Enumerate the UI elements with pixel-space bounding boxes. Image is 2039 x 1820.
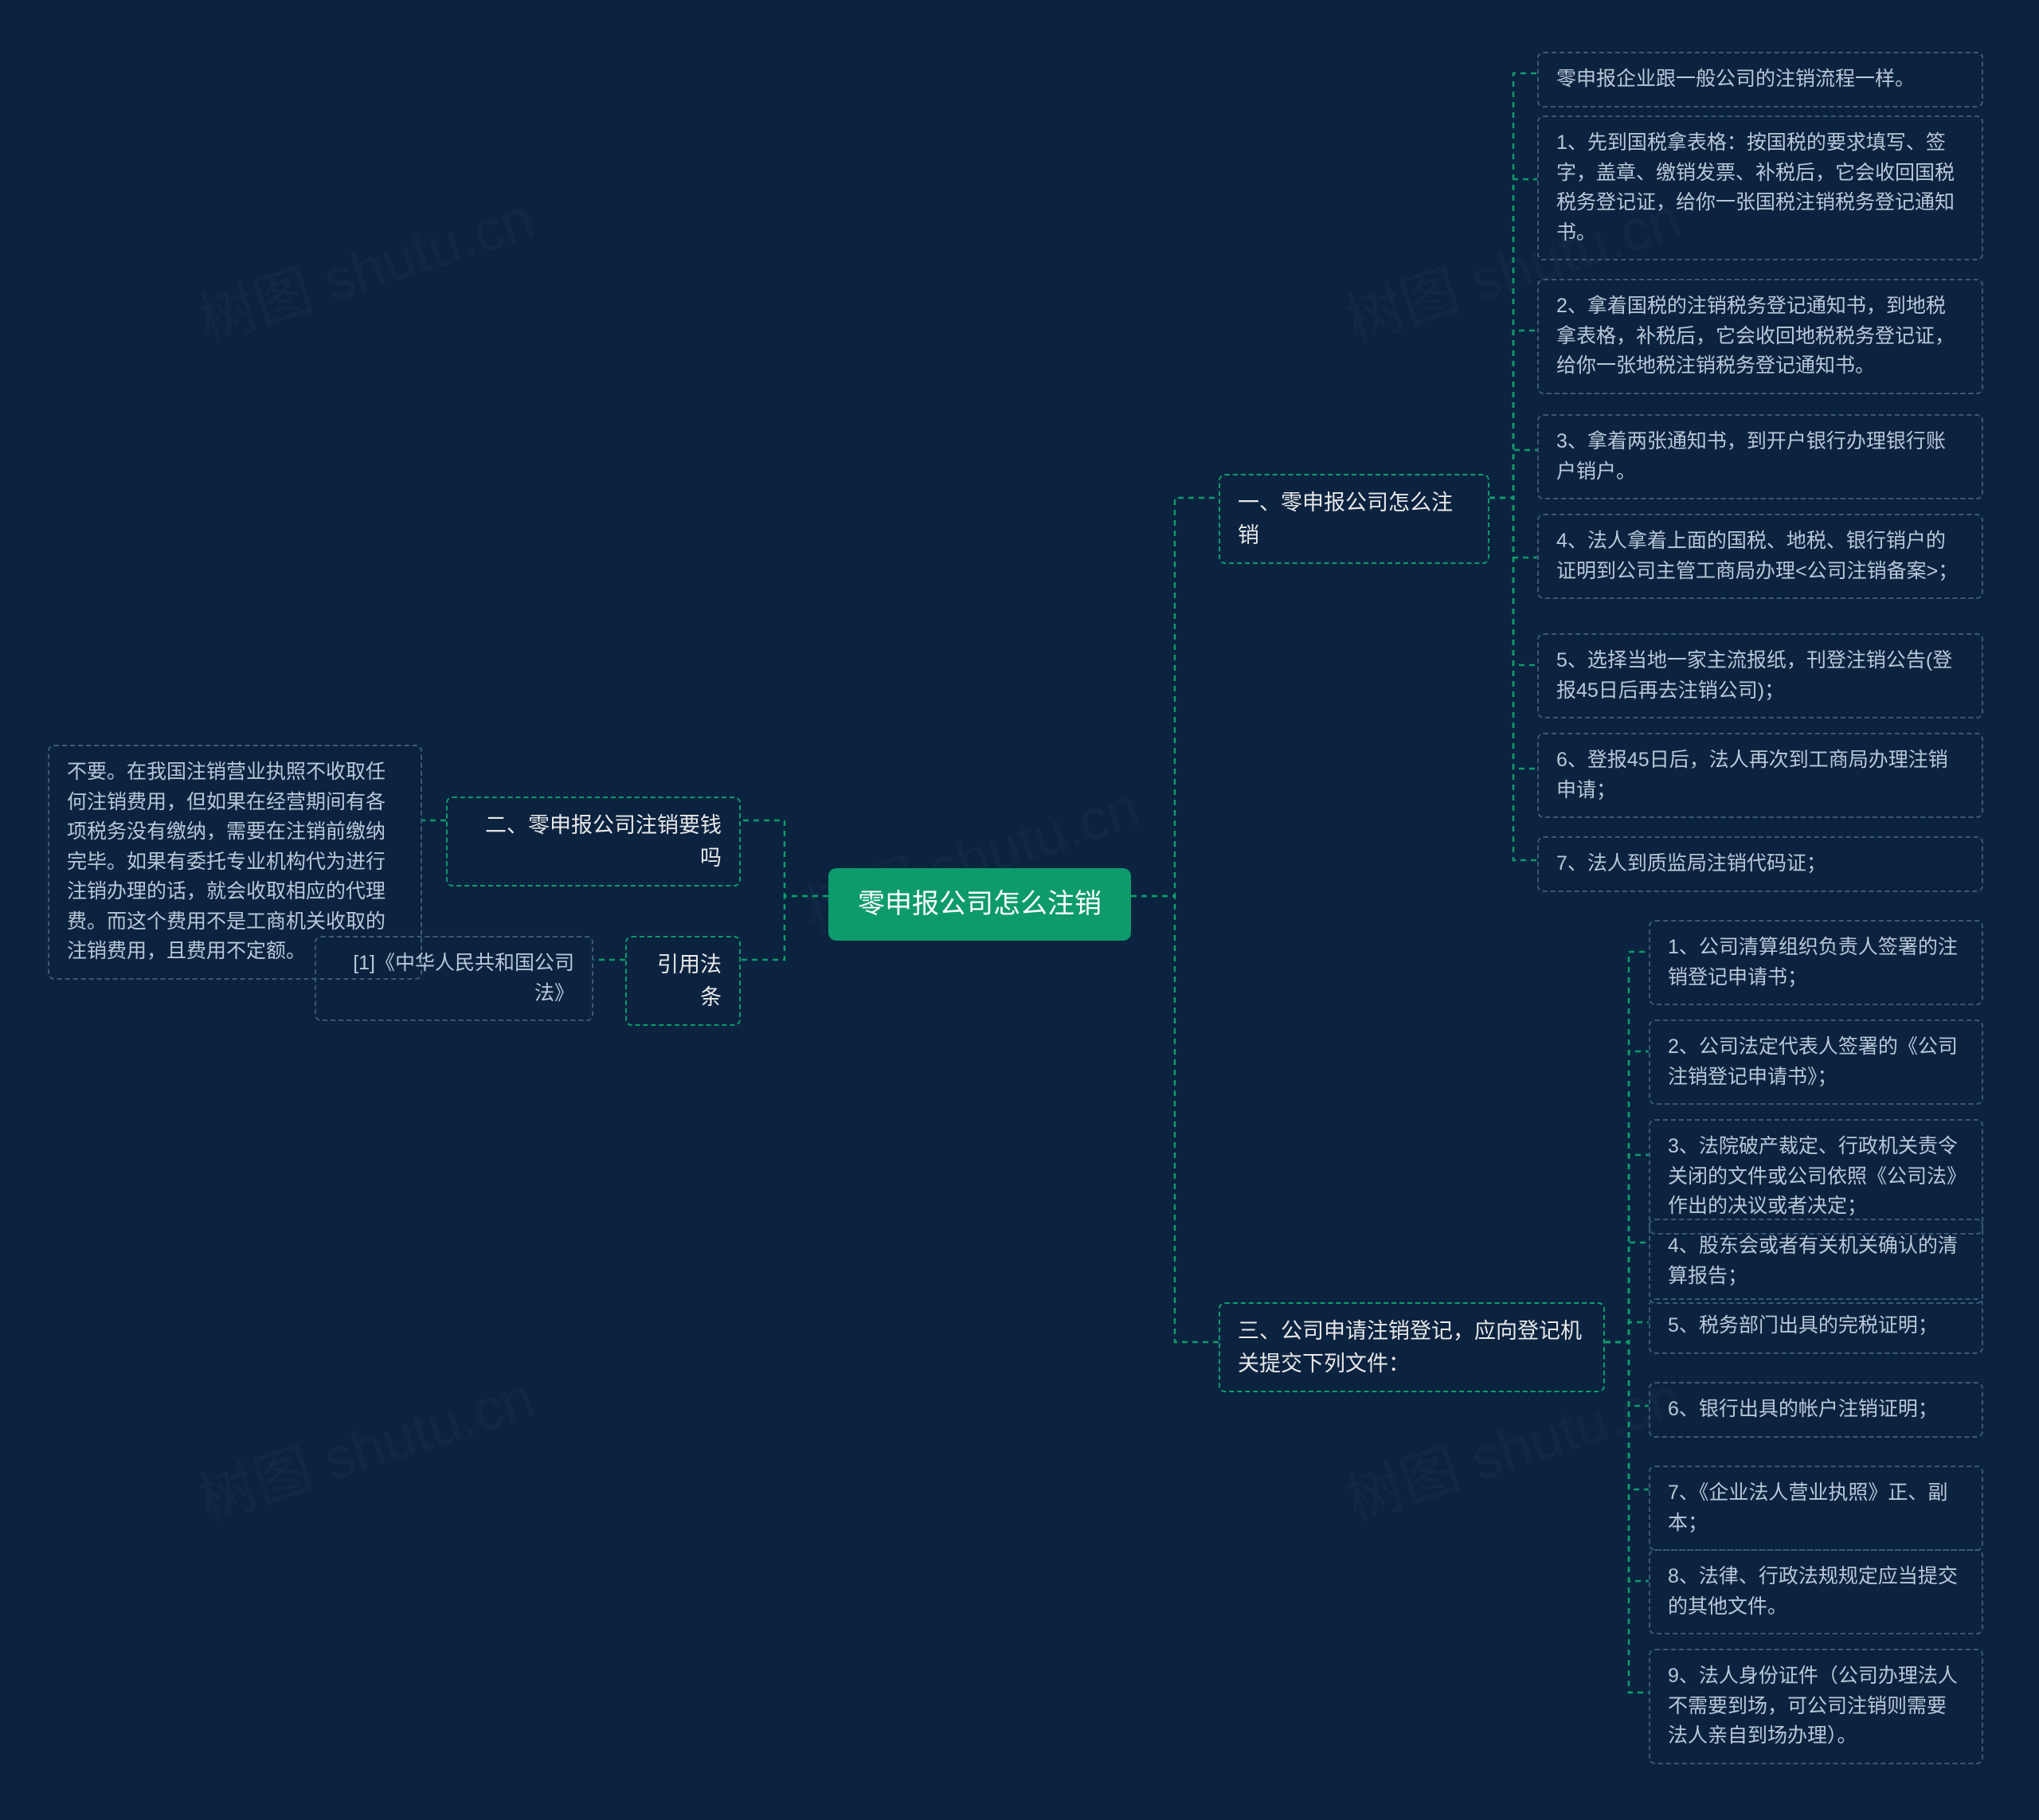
leaf-s1-3: 3、拿着两张通知书，到开户银行办理银行账户销户。 (1537, 414, 1983, 499)
leaf-s3-5: 6、银行出具的帐户注销证明； (1649, 1382, 1983, 1438)
leaf-s3-1: 2、公司法定代表人签署的《公司注销登记申请书》； (1649, 1020, 1983, 1105)
leaf-s3-8: 9、法人身份证件（公司办理法人不需要到场，可公司注销则需要法人亲自到场办理）。 (1649, 1649, 1983, 1764)
leaf-s3-2: 3、法院破产裁定、行政机关责令关闭的文件或公司依照《公司法》作出的决议或者决定； (1649, 1119, 1983, 1235)
leaf-s1-4: 4、法人拿着上面的国税、地税、银行销户的证明到公司主管工商局办理<公司注销备案>… (1537, 514, 1983, 599)
branch-section3: 三、公司申请注销登记，应向登记机关提交下列文件： (1219, 1302, 1605, 1392)
branch-section2: 二、零申报公司注销要钱吗 (446, 796, 741, 887)
root-node: 零申报公司怎么注销 (828, 868, 1131, 941)
leaf-s1-2: 2、拿着国税的注销税务登记通知书，到地税拿表格，补税后，它会收回地税税务登记证，… (1537, 279, 1983, 394)
leaf-s1-5: 5、选择当地一家主流报纸，刊登注销公告(登报45日后再去注销公司)； (1537, 633, 1983, 718)
leaf-s3-6: 7、《企业法人营业执照》正、副本； (1649, 1466, 1983, 1551)
leaf-s3-3: 4、股东会或者有关机关确认的清算报告； (1649, 1219, 1983, 1304)
leaf-s1-0: 零申报企业跟一般公司的注销流程一样。 (1537, 52, 1983, 108)
leaf-citation-detail: [1]《中华人民共和国公司法》 (315, 936, 593, 1021)
leaf-s1-1: 1、先到国税拿表格：按国税的要求填写、签字，盖章、缴销发票、补税后，它会收回国税… (1537, 115, 1983, 260)
leaf-s3-7: 8、法律、行政法规规定应当提交的其他文件。 (1649, 1549, 1983, 1634)
watermark: 树图 shutu.cn (186, 171, 542, 358)
leaf-s1-6: 6、登报45日后，法人再次到工商局办理注销申请； (1537, 733, 1983, 818)
leaf-s1-7: 7、法人到质监局注销代码证； (1537, 836, 1983, 892)
leaf-s3-4: 5、税务部门出具的完税证明； (1649, 1298, 1983, 1354)
branch-section1: 一、零申报公司怎么注销 (1219, 474, 1489, 564)
watermark: 树图 shutu.cn (186, 1350, 542, 1537)
leaf-s3-0: 1、公司清算组织负责人签署的注销登记申请书； (1649, 920, 1983, 1005)
branch-citation: 引用法条 (625, 936, 741, 1026)
